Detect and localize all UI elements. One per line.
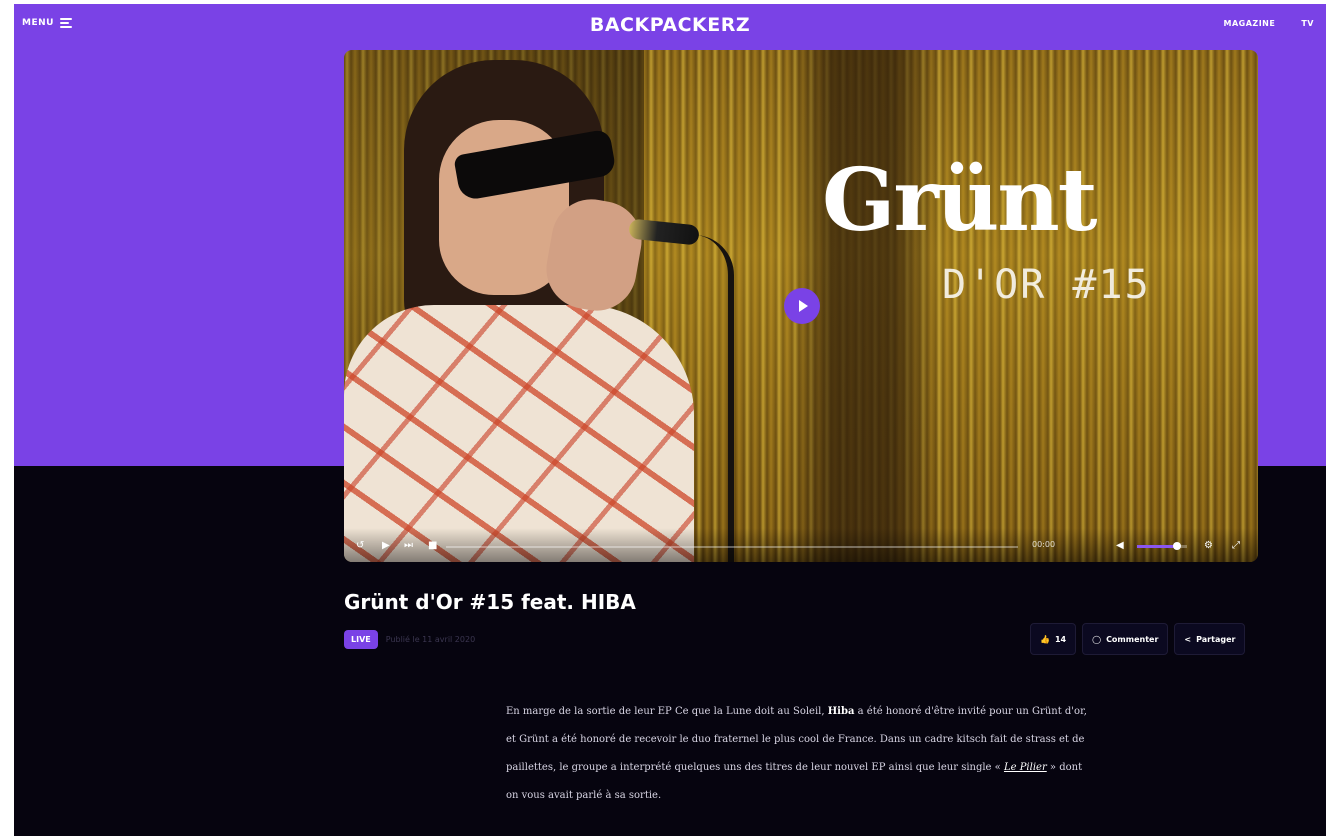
top-nav: MAGAZINE TV (1223, 19, 1314, 28)
video-overlay-title: Grünt (822, 150, 1098, 251)
post-title: Grünt d'Or #15 feat. HIBA (344, 590, 636, 614)
thumbs-up-icon: 👍 (1040, 634, 1050, 644)
volume-slider[interactable] (1137, 542, 1187, 550)
publish-date: Publié le 11 avril 2020 (385, 635, 476, 644)
replay-icon[interactable]: ↺ (356, 540, 364, 551)
play-icon[interactable]: ▶ (382, 540, 390, 551)
singer-figure (344, 50, 734, 562)
category-badge[interactable]: LIVE (344, 630, 378, 649)
like-button[interactable]: 👍 14 (1030, 623, 1077, 655)
video-overlay-subtitle: D'OR #15 (942, 262, 1151, 308)
pip-icon[interactable]: ■ (428, 540, 437, 551)
skip-icon[interactable]: ⏭ (404, 540, 413, 551)
page: MENU BACKPACKERZ MAGAZINE TV Grünt D'OR … (14, 4, 1326, 836)
fullscreen-icon[interactable]: ⤢ (1232, 540, 1240, 551)
song-link[interactable]: Le Pilier (1004, 762, 1047, 773)
time-display: 00:00 (1032, 540, 1056, 549)
share-button[interactable]: < Partager (1174, 623, 1246, 655)
nav-magazine[interactable]: MAGAZINE (1223, 19, 1275, 28)
comment-button[interactable]: ◯ Commenter (1082, 623, 1169, 655)
like-count: 14 (1054, 634, 1067, 644)
share-icon: < (1184, 634, 1192, 644)
volume-fill (1137, 545, 1177, 548)
video-controls: ↺ ▶ ⏭ ■ 00:00 ◀ ⚙ ⤢ (344, 528, 1258, 562)
video-player[interactable]: Grünt D'OR #15 ↺ ▶ ⏭ ■ 00:00 ◀ ⚙ ⤢ (344, 50, 1258, 562)
site-logo[interactable]: BACKPACKERZ (14, 14, 1326, 36)
volume-knob[interactable] (1173, 542, 1181, 550)
progress-bar[interactable] (446, 546, 1018, 548)
nav-tv[interactable]: TV (1301, 19, 1314, 28)
article-body: En marge de la sortie de leur EP Ce que … (506, 698, 1092, 810)
comment-label: Commenter (1106, 634, 1159, 644)
post-meta: LIVE Publié le 11 avril 2020 (344, 630, 475, 649)
volume-icon[interactable]: ◀ (1116, 540, 1124, 551)
comment-icon: ◯ (1092, 634, 1102, 644)
artist-name: Hiba (827, 706, 855, 717)
play-button[interactable] (784, 288, 820, 324)
settings-icon[interactable]: ⚙ (1204, 540, 1213, 551)
post-actions: 👍 14 ◯ Commenter < Partager (1030, 623, 1246, 655)
site-header: MENU BACKPACKERZ MAGAZINE TV (14, 4, 1326, 48)
share-label: Partager (1196, 634, 1236, 644)
article-text: En marge de la sortie de leur EP Ce que … (506, 706, 828, 717)
